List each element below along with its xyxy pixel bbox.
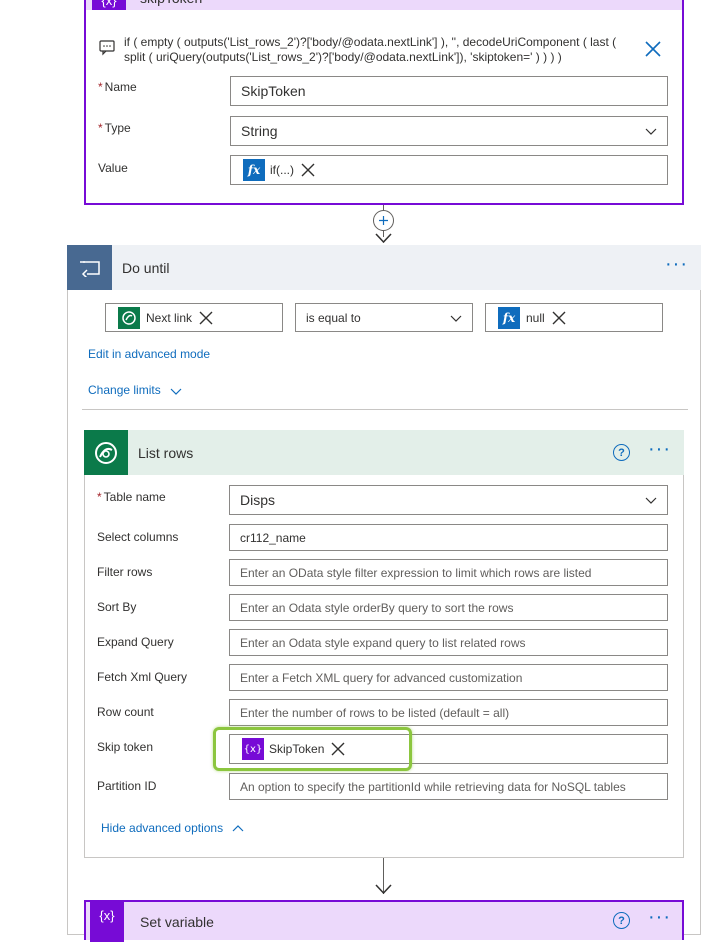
more-options-icon[interactable]: ··· <box>665 253 688 276</box>
more-options-icon[interactable]: ··· <box>648 438 671 461</box>
value-field[interactable]: fx if(...) <box>230 155 668 185</box>
help-icon[interactable]: ? <box>613 912 630 929</box>
dataverse-icon <box>84 430 128 475</box>
change-limits-link[interactable]: Change limits <box>88 383 182 397</box>
chevron-down-icon <box>645 497 657 504</box>
edit-advanced-link[interactable]: Edit in advanced mode <box>88 347 210 361</box>
set-variable-card[interactable]: {x} Set variable ? ··· <box>84 900 684 942</box>
hide-advanced-link[interactable]: Hide advanced options <box>101 821 244 835</box>
row-count-label: Row count <box>97 705 154 719</box>
table-name-select[interactable]: Disps <box>229 485 668 515</box>
do-until-header[interactable]: Do until ··· <box>67 245 701 290</box>
close-icon[interactable] <box>644 40 662 58</box>
list-rows-header[interactable]: List rows ? ··· <box>84 430 684 475</box>
filter-rows-label: Filter rows <box>97 565 153 579</box>
more-options-icon[interactable]: ··· <box>648 906 671 929</box>
help-icon[interactable]: ? <box>613 444 630 461</box>
remove-token-icon[interactable] <box>300 162 316 178</box>
skiptoken-card: {x} skipToken if ( empty ( outputs('List… <box>84 0 684 205</box>
insert-step-button[interactable] <box>373 210 394 231</box>
highlight-box <box>213 727 412 771</box>
fx-icon: fx <box>498 306 520 329</box>
arrow-down-icon <box>375 233 392 244</box>
loop-icon <box>67 245 112 290</box>
fetch-xml-label: Fetch Xml Query <box>97 670 188 684</box>
dataverse-icon <box>118 306 140 329</box>
name-label: * Name <box>98 80 137 94</box>
remove-token-icon[interactable] <box>198 310 214 326</box>
row-count-field[interactable]: Enter the number of rows to be listed (d… <box>229 699 668 726</box>
plus-icon <box>379 216 388 225</box>
select-columns-field[interactable]: cr112_name <box>229 524 668 551</box>
chevron-up-icon <box>233 824 244 832</box>
fx-icon: fx <box>243 159 265 181</box>
chevron-down-icon <box>450 315 462 322</box>
chevron-down-icon <box>170 388 182 395</box>
partition-id-label: Partition ID <box>97 779 157 793</box>
type-label: * Type <box>98 121 131 135</box>
table-name-label: * Table name <box>97 490 166 504</box>
variable-icon: {x} <box>90 902 124 942</box>
select-columns-label: Select columns <box>97 530 179 544</box>
value-label: Value <box>98 161 128 175</box>
skiptoken-card-header[interactable]: {x} skipToken <box>86 0 682 10</box>
list-rows-title: List rows <box>138 445 194 461</box>
expand-query-label: Expand Query <box>97 635 174 649</box>
sort-by-field[interactable]: Enter an Odata style orderBy query to so… <box>229 594 668 621</box>
set-variable-title: Set variable <box>140 914 214 930</box>
expand-query-field[interactable]: Enter an Odata style expand query to lis… <box>229 629 668 656</box>
variable-icon: {x} <box>92 0 126 10</box>
partition-id-field[interactable]: An option to specify the partitionId whi… <box>229 773 668 800</box>
fetch-xml-field[interactable]: Enter a Fetch XML query for advanced cus… <box>229 664 668 691</box>
remove-token-icon[interactable] <box>551 310 567 326</box>
null-token[interactable]: fx null <box>498 306 567 329</box>
sort-by-label: Sort By <box>97 600 137 614</box>
comment-icon <box>98 40 116 56</box>
do-until-title: Do until <box>122 260 170 276</box>
expression-token[interactable]: fx if(...) <box>243 159 316 181</box>
chevron-down-icon <box>645 128 657 135</box>
name-field[interactable]: SkipToken <box>230 76 668 106</box>
card-title: skipToken <box>140 0 202 6</box>
arrow-down-icon <box>375 884 392 895</box>
divider <box>82 409 688 410</box>
expression-text: if ( empty ( outputs('List_rows_2')?['bo… <box>124 35 617 64</box>
filter-rows-field[interactable]: Enter an OData style filter expression t… <box>229 559 668 586</box>
skip-token-label: Skip token <box>97 740 154 754</box>
condition-right-field[interactable]: fx null <box>485 303 663 332</box>
operator-select[interactable]: is equal to <box>295 303 473 332</box>
condition-left-field[interactable]: Next link <box>105 303 283 332</box>
next-link-token[interactable]: Next link <box>118 306 214 329</box>
type-select[interactable]: String <box>230 116 668 146</box>
